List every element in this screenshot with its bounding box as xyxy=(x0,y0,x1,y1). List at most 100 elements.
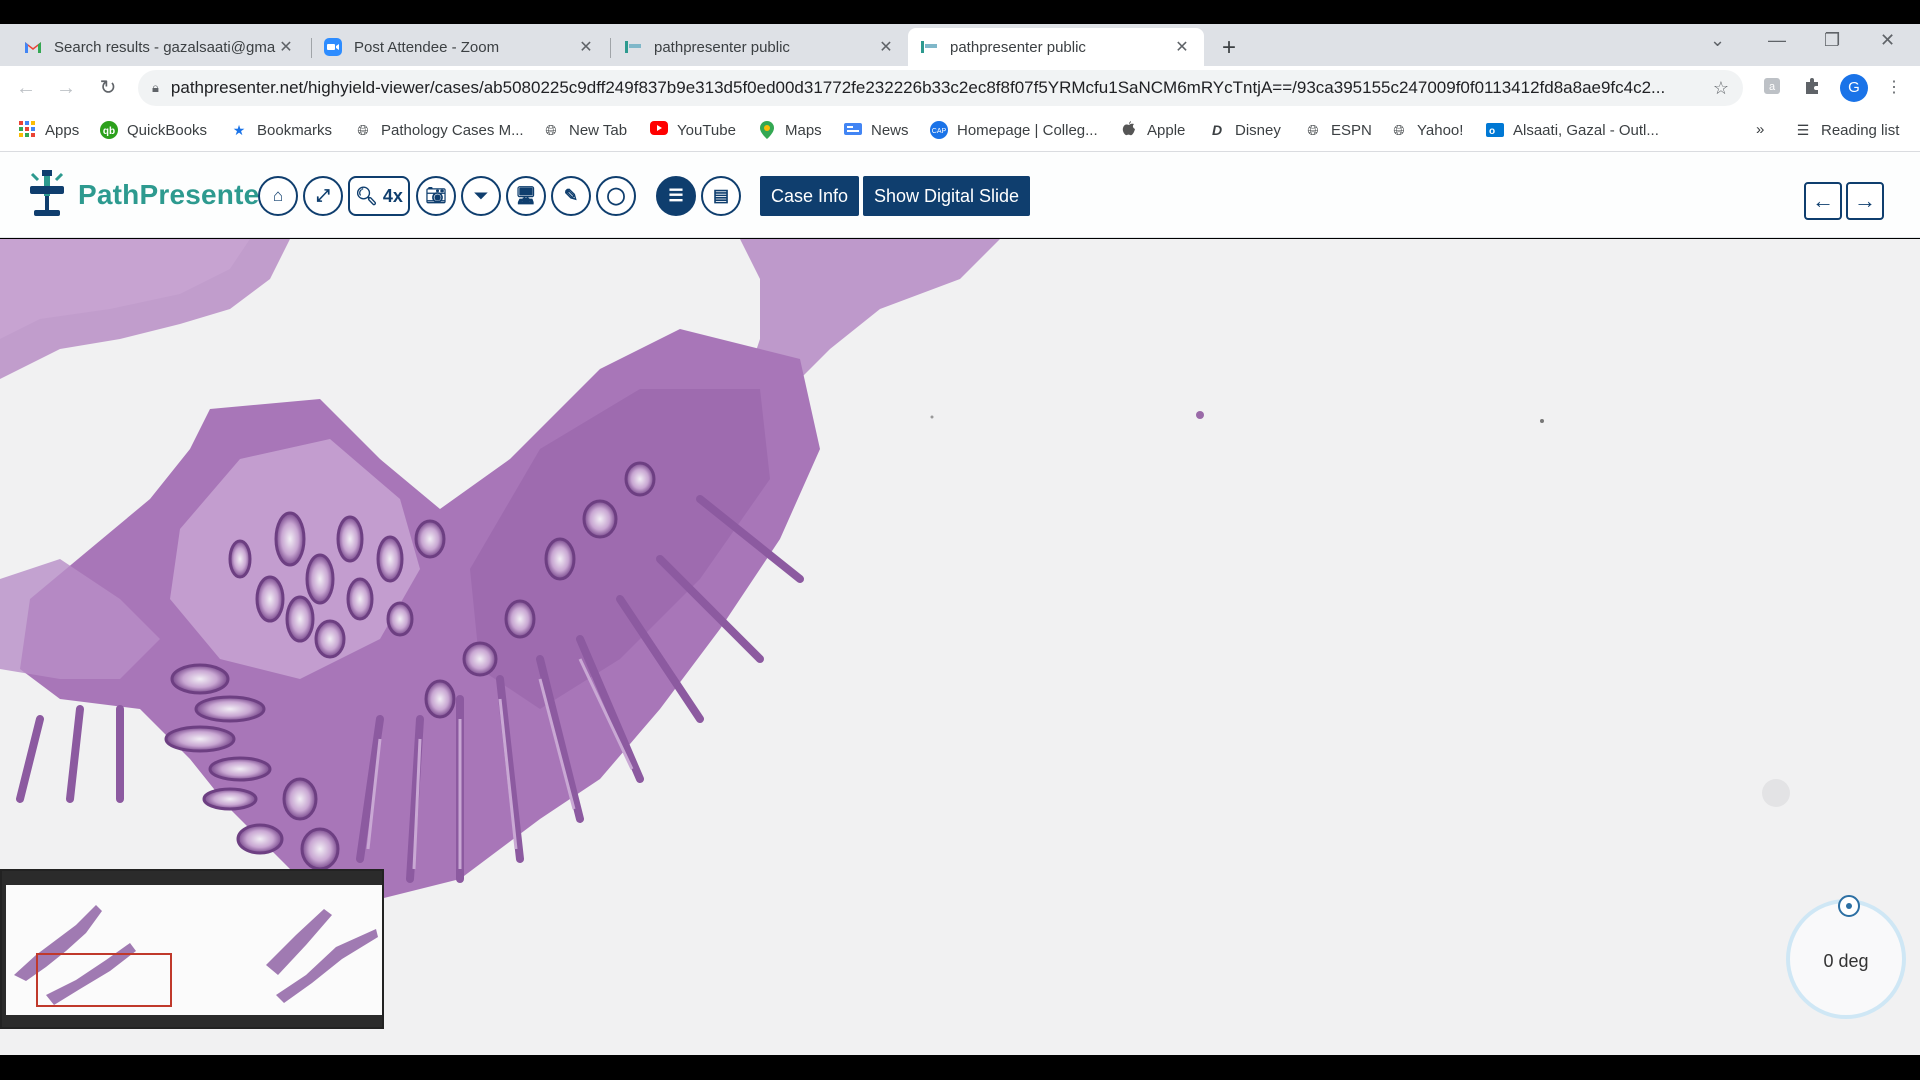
rotation-dial[interactable]: 0 deg xyxy=(1786,895,1906,1019)
present-button[interactable]: 🖥︎ xyxy=(506,176,546,216)
url-text: pathpresenter.net/highyield-viewer/cases… xyxy=(170,78,1666,97)
youtube-icon xyxy=(650,121,668,139)
case-info-button[interactable]: Case Info xyxy=(760,176,860,216)
bookmark-youtube[interactable]: YouTube xyxy=(650,121,736,139)
tab-gmail[interactable]: Search results - gazalsaati@gmai ✕ xyxy=(12,28,308,66)
rotation-handle[interactable] xyxy=(1838,895,1860,917)
globe-icon: 🌐︎ xyxy=(1307,122,1319,138)
bookmark-label: Homepage | Colleg... xyxy=(957,121,1098,139)
extensions-puzzle-icon[interactable] xyxy=(1800,76,1824,100)
zoom-button[interactable]: 🔍︎ 4x xyxy=(348,176,410,216)
bookmark-label: News xyxy=(871,121,909,139)
cap-icon: CAP xyxy=(930,121,948,139)
reload-icon[interactable]: ↻ xyxy=(94,74,122,102)
back-icon[interactable]: ← xyxy=(12,74,40,102)
tab-title: Post Attendee - Zoom xyxy=(354,38,500,56)
bookmark-apple[interactable]: Apple xyxy=(1120,121,1185,139)
svg-text:o: o xyxy=(1489,126,1495,137)
reading-list-icon: ☰ xyxy=(1796,122,1810,138)
bookmark-bookmarks[interactable]: ★ Bookmarks xyxy=(230,121,332,139)
menu-kebab-icon[interactable]: ⋮ xyxy=(1882,76,1906,100)
bookmark-star-icon[interactable]: ☆ xyxy=(1713,78,1729,99)
address-bar[interactable]: 🔒︎ pathpresenter.net/highyield-viewer/ca… xyxy=(138,70,1743,106)
close-icon[interactable]: ✕ xyxy=(576,37,596,57)
lock-icon: 🔒︎ xyxy=(152,80,159,95)
filter-icon: ⏷ xyxy=(474,186,488,205)
annotate-button[interactable]: ✎ xyxy=(551,176,591,216)
bookmark-outlook[interactable]: o Alsaati, Gazal - Outl... xyxy=(1486,121,1659,139)
screenshot-button[interactable]: 📷︎ xyxy=(416,176,456,216)
bookmark-quickbooks[interactable]: qb QuickBooks xyxy=(100,121,207,139)
filter-button[interactable]: ⏷ xyxy=(461,176,501,216)
next-button[interactable]: → xyxy=(1846,182,1884,220)
gmail-icon xyxy=(24,38,42,56)
zoom-icon: 🔍︎ xyxy=(355,186,378,206)
apps-grid-icon xyxy=(18,121,36,139)
tab-strip: Search results - gazalsaati@gmai ✕ Post … xyxy=(0,24,1920,66)
previous-button[interactable]: ← xyxy=(1804,182,1842,220)
tab-separator xyxy=(610,38,611,58)
close-window-icon[interactable]: ✕ xyxy=(1880,30,1895,51)
svg-text:qb: qb xyxy=(103,126,115,137)
bookmark-label: ESPN xyxy=(1331,121,1372,139)
report-button[interactable]: ▤ xyxy=(701,176,741,216)
tab-title: Search results - gazalsaati@gmai xyxy=(54,38,276,56)
minimize-icon[interactable]: — xyxy=(1768,30,1786,51)
news-icon xyxy=(844,121,862,139)
navigator-minimap[interactable] xyxy=(0,869,384,1029)
bookmark-disney[interactable]: D Disney xyxy=(1208,121,1281,139)
pencil-icon: ✎ xyxy=(563,186,579,205)
arrow-right-icon: → xyxy=(1854,188,1876,213)
document-icon: ▤ xyxy=(712,186,730,205)
slide-viewer[interactable]: 0 deg xyxy=(0,239,1920,1055)
list-button[interactable]: ☰ xyxy=(656,176,696,216)
close-icon[interactable]: ✕ xyxy=(876,37,896,57)
bookmark-label: Bookmarks xyxy=(257,121,333,139)
extension-icon[interactable]: a xyxy=(1760,76,1784,100)
bookmark-label: Alsaati, Gazal - Outl... xyxy=(1513,121,1659,139)
bookmark-homepage-college[interactable]: CAP Homepage | Colleg... xyxy=(930,121,1098,139)
svg-text:a: a xyxy=(1769,81,1776,93)
reading-list-button[interactable]: ☰ Reading list xyxy=(1794,121,1900,139)
bookmark-label: YouTube xyxy=(677,121,736,139)
more-bookmarks-icon[interactable]: » xyxy=(1756,121,1764,138)
restore-icon[interactable]: ❐ xyxy=(1824,30,1840,51)
close-icon[interactable]: ✕ xyxy=(276,37,296,57)
bookmark-label: Apps xyxy=(45,121,80,139)
bookmarks-bar: Apps qb QuickBooks ★ Bookmarks 🌐︎ Pathology… xyxy=(0,110,1920,152)
bookmark-apps[interactable]: Apps xyxy=(18,121,79,139)
globe-icon: 🌐︎ xyxy=(545,122,557,138)
tab-pathpresenter-1[interactable]: pathpresenter public ✕ xyxy=(612,28,908,66)
globe-icon: 🌐︎ xyxy=(357,122,369,138)
bookmark-new-tab[interactable]: 🌐︎ New Tab xyxy=(542,121,627,139)
navigator-viewport-box[interactable] xyxy=(36,953,172,1007)
tab-search-icon[interactable]: ⌄ xyxy=(1710,30,1725,51)
screen: Search results - gazalsaati@gmai ✕ Post … xyxy=(0,0,1920,1080)
pathpresenter-logo[interactable]: PathPresenter xyxy=(24,168,270,222)
pathpresenter-icon xyxy=(920,38,938,56)
bookmark-yahoo[interactable]: 🌐︎ Yahoo! xyxy=(1390,121,1463,139)
tab-zoom[interactable]: Post Attendee - Zoom ✕ xyxy=(312,28,608,66)
forward-icon[interactable]: → xyxy=(52,74,80,102)
zoom-level: 4x xyxy=(382,186,403,206)
bookmark-pathology-cases[interactable]: 🌐︎ Pathology Cases M... xyxy=(354,121,524,139)
new-tab-button[interactable]: + xyxy=(1222,34,1236,62)
tab-pathpresenter-2[interactable]: pathpresenter public ✕ xyxy=(908,28,1204,66)
rotate-button[interactable]: ◯ xyxy=(596,176,636,216)
bookmark-label: QuickBooks xyxy=(127,121,208,139)
tab-title: pathpresenter public xyxy=(950,38,1086,56)
bookmark-label: New Tab xyxy=(569,121,628,139)
bookmark-maps[interactable]: Maps xyxy=(758,121,822,139)
quickbooks-icon: qb xyxy=(100,121,118,139)
close-icon[interactable]: ✕ xyxy=(1172,37,1192,57)
bookmark-news[interactable]: News xyxy=(844,121,909,139)
bookmark-label: Disney xyxy=(1235,121,1281,139)
home-button[interactable]: ⌂ xyxy=(258,176,298,216)
bookmark-espn[interactable]: 🌐︎ ESPN xyxy=(1304,121,1372,139)
fullscreen-button[interactable]: ⤢ xyxy=(303,176,343,216)
profile-avatar[interactable]: G xyxy=(1840,74,1868,102)
bookmark-label: Pathology Cases M... xyxy=(381,121,524,139)
reading-list-label: Reading list xyxy=(1821,121,1900,139)
pathpresenter-icon xyxy=(624,38,642,56)
show-digital-slide-button[interactable]: Show Digital Slide xyxy=(863,176,1031,216)
